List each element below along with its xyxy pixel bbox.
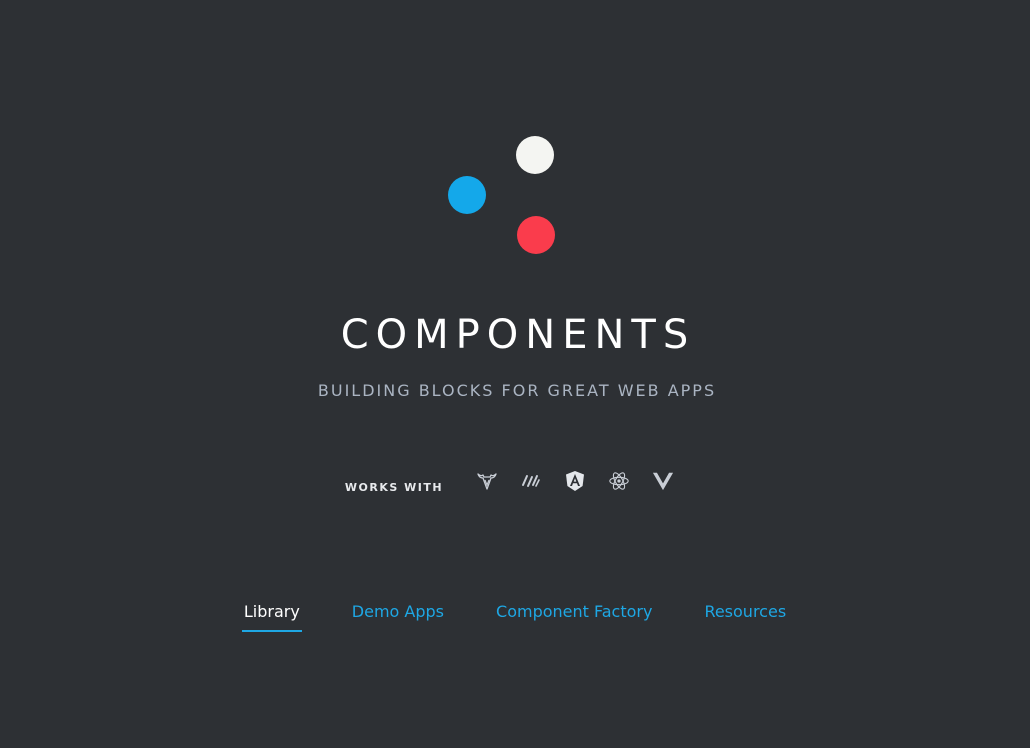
nav-component-factory[interactable]: Component Factory <box>494 598 654 630</box>
page: COMPONENTS BUILDING BLOCKS FOR GREAT WEB… <box>0 0 1030 748</box>
page-title: COMPONENTS <box>340 312 696 358</box>
nav-demo-apps[interactable]: Demo Apps <box>350 598 446 630</box>
logo-dot-blue <box>448 176 486 214</box>
logo <box>0 0 1030 300</box>
main-nav: Library Demo Apps Component Factory Reso… <box>0 598 1030 632</box>
react-icon <box>608 470 630 492</box>
jquery-bull-icon <box>476 470 498 492</box>
vue-icon <box>652 470 674 492</box>
nav-library[interactable]: Library <box>241 598 302 632</box>
jquery-icon <box>520 470 542 492</box>
works-with-label: WORKS WITH <box>344 480 444 494</box>
works-with-bar: WORKS WITH <box>0 466 1030 496</box>
angular-icon <box>564 470 586 492</box>
logo-dot-red <box>517 216 555 254</box>
nav-resources[interactable]: Resources <box>702 598 788 630</box>
logo-dot-white <box>516 136 554 174</box>
page-subtitle: BUILDING BLOCKS FOR GREAT WEB APPS <box>317 381 717 400</box>
